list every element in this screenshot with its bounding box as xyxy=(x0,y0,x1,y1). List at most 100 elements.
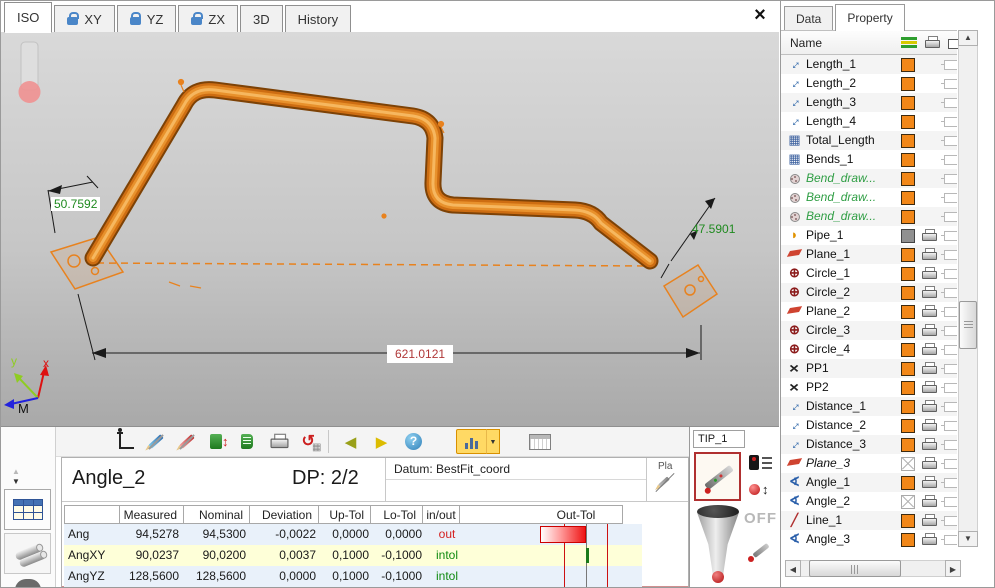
chart-view-button[interactable] xyxy=(456,429,487,454)
feature-row[interactable]: PP1 xyxy=(781,359,957,378)
color-swatch[interactable] xyxy=(901,229,915,243)
label-checkbox[interactable] xyxy=(944,307,957,317)
next-feature-icon[interactable]: ▶ xyxy=(368,429,395,454)
color-swatch[interactable] xyxy=(901,286,915,300)
scroll-right-button[interactable]: ▶ xyxy=(945,560,961,577)
label-checkbox[interactable] xyxy=(944,136,957,146)
panel-scroll-up-icon[interactable]: ▲ xyxy=(9,467,23,476)
feature-row[interactable]: PP2 xyxy=(781,378,957,397)
color-swatch[interactable] xyxy=(901,115,915,129)
feature-row[interactable]: Angle_1 xyxy=(781,473,957,492)
color-swatch[interactable] xyxy=(901,191,915,205)
feature-row[interactable]: Bend_draw... xyxy=(781,169,957,188)
print-icon[interactable] xyxy=(922,533,937,546)
view-tab-yz[interactable]: YZ xyxy=(117,5,177,32)
scroll-left-button[interactable]: ◀ xyxy=(785,560,801,577)
feature-row[interactable]: Length_2 xyxy=(781,74,957,93)
feature-row[interactable]: Line_1 xyxy=(781,511,957,530)
print-icon[interactable] xyxy=(922,324,937,337)
print-icon[interactable] xyxy=(922,343,937,356)
color-swatch[interactable] xyxy=(901,210,915,224)
feature-row[interactable]: Angle_3 xyxy=(781,530,957,549)
view-tab-3d[interactable]: 3D xyxy=(240,5,283,32)
feature-row[interactable]: Pipe_1 xyxy=(781,226,957,245)
label-checkbox[interactable] xyxy=(944,402,957,412)
feature-row[interactable]: Bend_draw... xyxy=(781,188,957,207)
feature-row[interactable]: Circle_3 xyxy=(781,321,957,340)
feature-row[interactable]: Distance_2 xyxy=(781,416,957,435)
label-checkbox[interactable] xyxy=(944,440,957,450)
label-checkbox[interactable] xyxy=(944,155,957,165)
previous-feature-icon[interactable]: ◀ xyxy=(337,429,364,454)
view-tab-history[interactable]: History xyxy=(285,5,351,32)
next-view-button[interactable] xyxy=(15,579,41,588)
feature-row[interactable]: Plane_2 xyxy=(781,302,957,321)
label-checkbox[interactable] xyxy=(944,117,957,127)
print-icon[interactable] xyxy=(922,305,937,318)
color-swatch[interactable] xyxy=(901,134,915,148)
color-swatch[interactable] xyxy=(901,248,915,262)
nominal-tolerance-icon[interactable] xyxy=(202,429,229,454)
feature-row[interactable]: Circle_4 xyxy=(781,340,957,359)
tab-data[interactable]: Data xyxy=(784,6,833,30)
print-column-icon[interactable] xyxy=(925,36,940,49)
print-icon[interactable] xyxy=(922,229,937,242)
color-swatch[interactable] xyxy=(901,457,915,471)
label-checkbox[interactable] xyxy=(944,288,957,298)
color-swatch[interactable] xyxy=(901,514,915,528)
label-checkbox[interactable] xyxy=(944,326,957,336)
color-swatch[interactable] xyxy=(901,400,915,414)
color-swatch[interactable] xyxy=(901,343,915,357)
view-tab-xy[interactable]: XY xyxy=(54,5,114,32)
print-icon[interactable] xyxy=(922,457,937,470)
coordinate-system-icon[interactable] xyxy=(113,429,140,454)
feature-row[interactable]: Angle_2 xyxy=(781,492,957,511)
close-icon[interactable]: × xyxy=(749,3,771,27)
print-icon[interactable] xyxy=(922,495,937,508)
tab-property[interactable]: Property xyxy=(835,4,904,31)
print-icon[interactable] xyxy=(922,286,937,299)
chart-dropdown-button[interactable]: ▼ xyxy=(486,429,500,454)
print-results-icon[interactable] xyxy=(266,429,293,454)
print-icon[interactable] xyxy=(922,381,937,394)
plane-badge[interactable]: Pla xyxy=(650,460,686,498)
color-swatch[interactable] xyxy=(901,438,915,452)
small-probe-icon[interactable] xyxy=(746,542,774,568)
feature-row[interactable]: Distance_3 xyxy=(781,435,957,454)
label-checkbox[interactable] xyxy=(944,345,957,355)
label-checkbox[interactable] xyxy=(944,459,957,469)
color-swatch[interactable] xyxy=(901,305,915,319)
color-swatch[interactable] xyxy=(901,419,915,433)
label-checkbox[interactable] xyxy=(944,535,957,545)
label-checkbox[interactable] xyxy=(944,364,957,374)
label-checkbox[interactable] xyxy=(944,497,957,507)
feature-row[interactable]: Length_1 xyxy=(781,55,957,74)
feature-row[interactable]: Circle_2 xyxy=(781,283,957,302)
print-icon[interactable] xyxy=(922,438,937,451)
scroll-down-button[interactable]: ▼ xyxy=(958,531,978,547)
feature-row[interactable]: Plane_1 xyxy=(781,245,957,264)
feature-row[interactable]: Distance_1 xyxy=(781,397,957,416)
help-icon[interactable]: ? xyxy=(400,429,427,454)
view-tab-zx[interactable]: ZX xyxy=(178,5,238,32)
recalculate-icon[interactable] xyxy=(297,429,324,454)
vertical-scrollbar-thumb[interactable] xyxy=(959,301,977,349)
label-checkbox[interactable] xyxy=(944,478,957,488)
feature-row[interactable]: Length_4 xyxy=(781,112,957,131)
table-view-button[interactable] xyxy=(4,489,51,530)
print-icon[interactable] xyxy=(922,419,937,432)
print-icon[interactable] xyxy=(922,267,937,280)
viewport-3d[interactable]: 50.7592 47.5901 621.0121 x y M xyxy=(1,32,779,426)
print-icon[interactable] xyxy=(922,514,937,527)
label-checkbox[interactable] xyxy=(944,79,957,89)
results-row[interactable]: AngXY 90,0237 90,0200 0,0037 0,1000 -0,1… xyxy=(64,545,642,566)
feature-row[interactable]: Bend_draw... xyxy=(781,207,957,226)
feature-row[interactable]: Length_3 xyxy=(781,93,957,112)
feature-row[interactable]: Circle_1 xyxy=(781,264,957,283)
color-swatch[interactable] xyxy=(901,267,915,281)
panel-scroll-down-icon[interactable]: ▼ xyxy=(9,477,23,486)
scroll-up-button[interactable]: ▲ xyxy=(958,30,978,46)
results-row[interactable]: AngYZ 128,5600 128,5600 0,0000 0,1000 -0… xyxy=(64,566,642,587)
vertical-scrollbar-track[interactable] xyxy=(958,46,978,531)
color-stack-icon[interactable] xyxy=(901,37,917,49)
